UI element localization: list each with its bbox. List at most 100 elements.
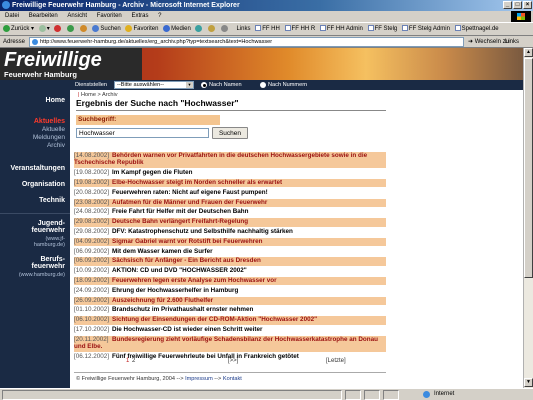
sidebar-item-organisation[interactable]: Organisation — [22, 181, 65, 188]
windows-flag-icon — [517, 13, 525, 20]
home-icon — [79, 24, 87, 32]
result-link[interactable]: Freie Fahrt für Helfer mit der Deutschen… — [112, 208, 248, 215]
sidebar-beruf-url[interactable]: (www.hamburg.de) — [19, 272, 65, 278]
link-ff-hh[interactable]: FF HH — [255, 23, 280, 35]
history-button[interactable] — [195, 23, 203, 35]
result-date: [26.09.2002] — [74, 296, 110, 304]
scroll-thumb[interactable] — [524, 58, 533, 278]
sidebar-item-jugendfeuerwehr[interactable]: Jugend-feuerwehr — [32, 220, 65, 234]
maximize-button[interactable]: □ — [513, 1, 522, 9]
result-date: [23.08.2002] — [74, 198, 110, 206]
result-link[interactable]: Mit dem Wasser kamen die Surfer — [112, 248, 213, 255]
link-ff-hh-admin[interactable]: FF HH Admin — [319, 23, 363, 35]
result-row: [20.11.2002] Bundesregierung zieht vorläu… — [74, 335, 386, 352]
result-link[interactable]: Im Kampf gegen die Fluten — [112, 169, 192, 176]
link-ff-hh-r[interactable]: FF HH R — [284, 23, 315, 35]
sidebar-item-aktuelles[interactable]: Aktuelles — [34, 118, 65, 125]
link-ff-stelg-admin[interactable]: FF Stelg Admin — [401, 23, 450, 35]
forward-button[interactable]: ▾ — [38, 23, 50, 35]
result-date: [24.08.2002] — [74, 208, 110, 216]
favorites-button[interactable]: Favoriten — [125, 23, 158, 35]
result-link[interactable]: Die Hochwasser-CD ist wieder einen Schri… — [112, 326, 262, 333]
menu-bearbeiten[interactable]: Bearbeiten — [29, 13, 58, 19]
scroll-up-icon[interactable]: ▲ — [524, 48, 533, 57]
stop-button[interactable] — [54, 23, 62, 35]
result-link[interactable]: Fünf freiwillige Feuerwehrleute bei Unfa… — [112, 353, 299, 360]
page-2-link[interactable]: 2 — [132, 358, 135, 364]
result-link[interactable]: Elbe-Hochwasser steigt im Norden schnell… — [112, 179, 282, 186]
result-date: [01.10.2002] — [74, 306, 110, 314]
impressum-link[interactable]: Impressum — [185, 376, 213, 382]
page-title: Ergebnis der Suche nach "Hochwasser" — [76, 98, 386, 111]
menu-datei[interactable]: Datei — [5, 13, 19, 19]
sidebar-item-technik[interactable]: Technik — [39, 197, 65, 204]
result-date: [19.08.2002] — [74, 178, 110, 186]
services-select[interactable]: --Bitte auswählen-- ▼ — [114, 81, 194, 89]
go-button[interactable]: ➜ Wechseln zu — [468, 36, 509, 48]
browser-window: Freiwillige Feuerwehr Hamburg - Archiv -… — [0, 0, 533, 400]
result-link[interactable]: Sächsisch für Anfänger - Ein Bericht aus… — [112, 257, 261, 264]
refresh-button[interactable] — [67, 23, 75, 35]
sidebar-subitem-archiv[interactable]: Archiv — [47, 142, 65, 149]
result-date: [14.08.2002] — [74, 152, 110, 159]
result-row: [06.10.2002] Sichtung der Einsendungen de… — [74, 316, 386, 325]
sidebar: Home Aktuelles Aktuelle Meldungen Archiv… — [0, 80, 70, 388]
address-input[interactable]: http://www.feuerwehr-hamburg.de/aktuelle… — [29, 37, 464, 47]
menu-extras[interactable]: Extras — [131, 13, 148, 19]
mail-button[interactable] — [208, 23, 216, 35]
search-input[interactable] — [76, 128, 209, 138]
radio-by-number[interactable] — [260, 82, 266, 88]
sidebar-jugend-url[interactable]: (www.jf-hamburg.de) — [34, 236, 65, 248]
star-icon — [125, 24, 133, 32]
logo-title: Freiwillige — [4, 49, 102, 71]
result-link[interactable]: Aufatmen für die Männer und Frauen der F… — [112, 199, 267, 206]
menu-favoriten[interactable]: Favoriten — [97, 13, 122, 19]
links-button[interactable]: Links — [505, 36, 519, 48]
result-link[interactable]: Brandschutz im Privathaushalt ernster ne… — [112, 306, 253, 313]
last-page-link[interactable]: [Letzte] — [326, 358, 346, 364]
radio-by-name[interactable] — [201, 82, 207, 88]
sidebar-subitem-aktuelle[interactable]: Aktuelle — [42, 126, 65, 133]
back-button[interactable]: Zurück ▾ — [3, 23, 34, 35]
result-link[interactable]: Feuerwehren legen erste Analyse zum Hoch… — [112, 277, 277, 284]
minimize-button[interactable]: _ — [503, 1, 512, 9]
result-link[interactable]: Sigmar Gabriel warnt vor Rotstift bei Fe… — [112, 238, 262, 245]
services-label: Dienststellen — [75, 82, 108, 88]
next-page-link[interactable]: [>>] — [228, 358, 238, 364]
menu-bar: Datei Bearbeiten Ansicht Favoriten Extra… — [0, 11, 533, 22]
result-link[interactable]: DFV: Katastrophenschutz und Selbsthilfe … — [112, 228, 293, 235]
page-1-link[interactable]: 1 — [126, 358, 129, 364]
site-logo[interactable]: Freiwillige Feuerwehr Hamburg — [0, 48, 142, 80]
link-ff-stelg[interactable]: FF Stelg — [367, 23, 397, 35]
result-date: [17.10.2002] — [74, 325, 110, 333]
kontakt-link[interactable]: Kontakt — [223, 376, 242, 382]
print-button[interactable] — [220, 23, 229, 35]
search-button[interactable]: Suchen — [92, 23, 121, 35]
media-button[interactable]: Medien — [163, 23, 191, 35]
title-bar: Freiwillige Feuerwehr Hamburg - Archiv -… — [0, 0, 533, 11]
result-row: [24.09.2002] Ehrung der Hochwasserhelfer … — [74, 287, 386, 296]
result-link[interactable]: Sichtung der Einsendungen der CD-ROM-Akt… — [112, 316, 317, 323]
link-spettnagel[interactable]: Spettnagel.de — [454, 23, 499, 35]
vertical-scrollbar[interactable]: ▲ ▼ — [523, 48, 533, 388]
sidebar-item-veranstaltungen[interactable]: Veranstaltungen — [11, 165, 65, 172]
search-submit-button[interactable]: Suchen — [212, 127, 248, 139]
sidebar-item-home[interactable]: Home — [46, 97, 65, 104]
menu-ansicht[interactable]: Ansicht — [67, 13, 87, 19]
result-link[interactable]: Ehrung der Hochwasserhelfer in Hamburg — [112, 287, 238, 294]
sidebar-subitem-meldungen[interactable]: Meldungen — [33, 134, 65, 141]
result-link[interactable]: Bundesregierung zieht vorläufige Schaden… — [74, 336, 378, 350]
close-button[interactable]: × — [523, 1, 532, 9]
security-zone: Internet — [420, 389, 454, 400]
window-title: Freiwillige Feuerwehr Hamburg - Archiv -… — [12, 2, 240, 9]
result-link[interactable]: Deutsche Bahn verlängert Freifahrt-Regel… — [112, 218, 248, 225]
result-link[interactable]: Behörden warnen vor Privatfahrten in die… — [74, 152, 367, 166]
result-link[interactable]: Feuerwehren raten: Nicht auf eigene Faus… — [112, 189, 268, 196]
result-link[interactable]: AKTION: CD und DVD "HOCHWASSER 2002" — [112, 267, 247, 274]
sidebar-divider — [0, 213, 70, 214]
menu-help[interactable]: ? — [158, 13, 161, 19]
result-link[interactable]: Auszeichnung für 2.600 Fluthelfer — [112, 297, 213, 304]
home-button[interactable] — [79, 23, 88, 35]
sidebar-item-berufsfeuerwehr[interactable]: Berufs-feuerwehr — [32, 256, 65, 270]
scroll-down-icon[interactable]: ▼ — [524, 378, 533, 387]
